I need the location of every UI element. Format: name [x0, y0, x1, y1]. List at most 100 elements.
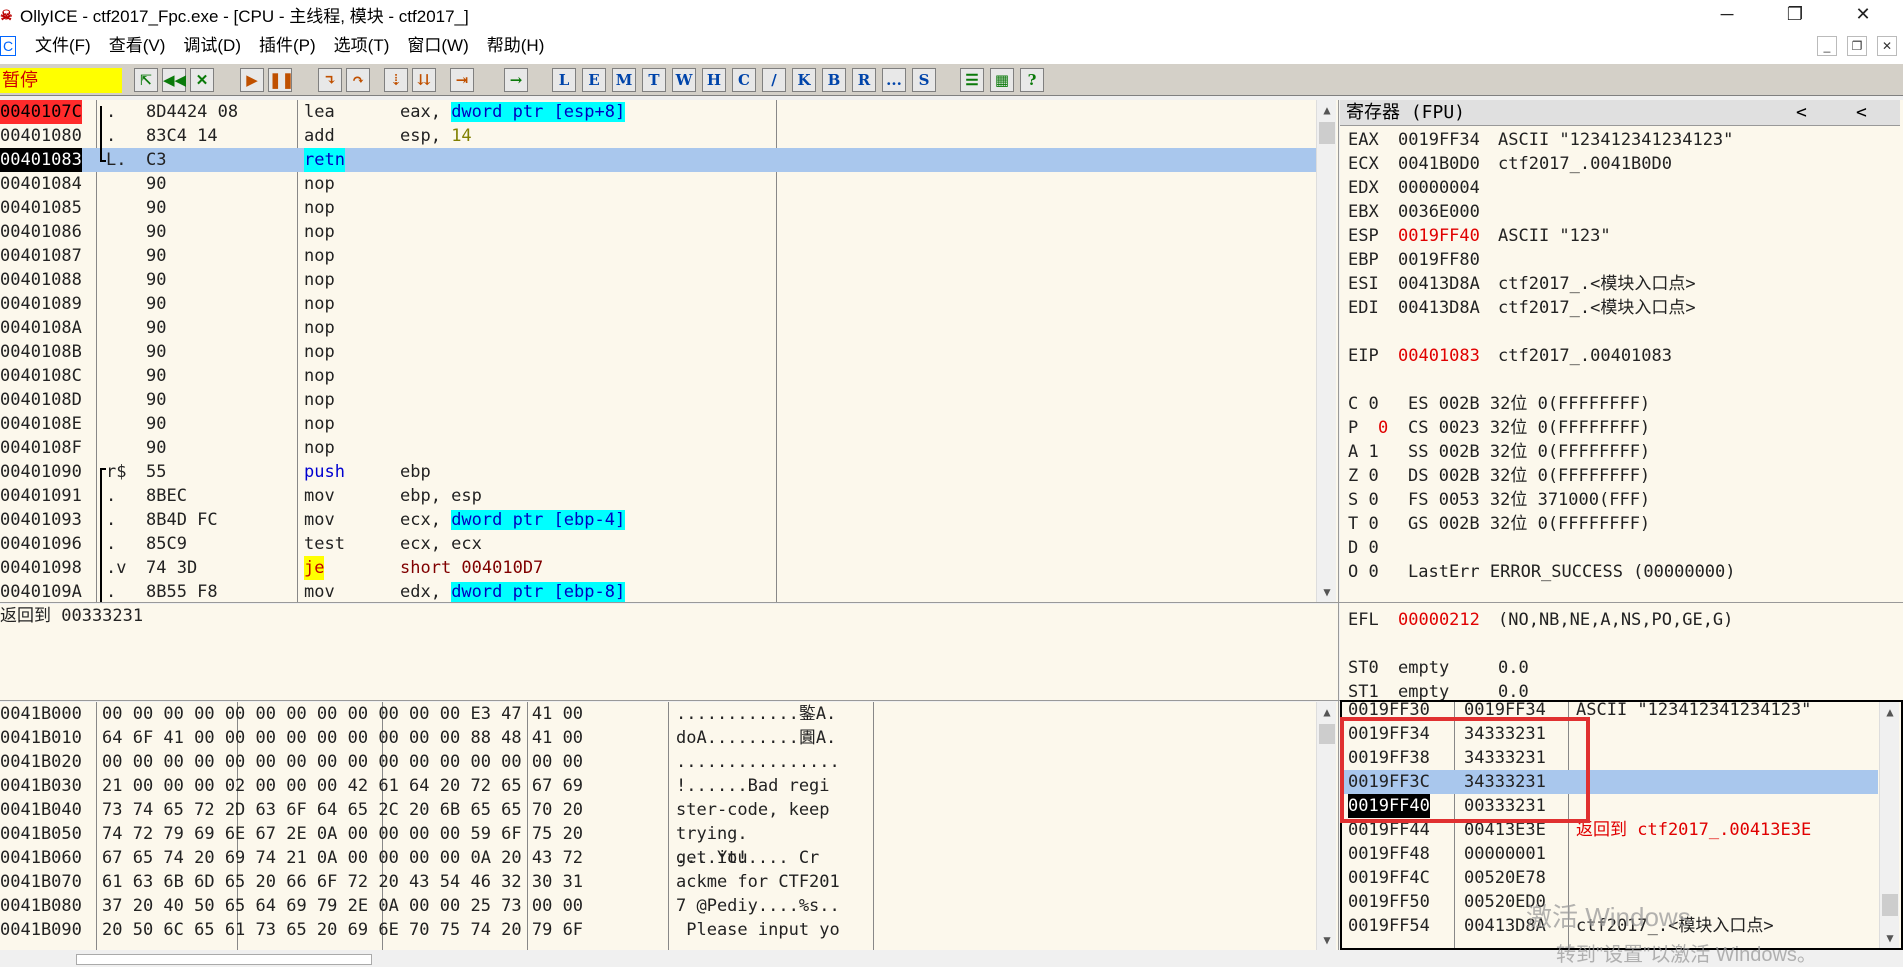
- trace-over-icon[interactable]: ⇊: [412, 68, 436, 92]
- dump-row[interactable]: 0041B090 20 50 6C 65 61 73 65 20 69 6E 70…: [0, 918, 1316, 942]
- menu-view[interactable]: 查看(V): [100, 31, 175, 61]
- disasm-row[interactable]: 00401096. 85C9 test ecx, ecx: [0, 532, 1316, 556]
- operand-text: ebp, esp: [400, 486, 482, 506]
- breakpoints-button[interactable]: B: [822, 68, 846, 92]
- disasm-row[interactable]: 0040109A. 8B55 F8 mov edx, dword ptr [ebp-8…: [0, 580, 1316, 602]
- dump-row[interactable]: 0041B000 00 00 00 00 00 00 00 00 00 00 00…: [0, 702, 1316, 726]
- stack-scrollbar[interactable]: ▲ ▼: [1879, 702, 1899, 948]
- dump-row[interactable]: 0041B020 00 00 00 00 00 00 00 00 00 00 00…: [0, 750, 1316, 774]
- disasm-row[interactable]: 00401083 L. C3 retn: [0, 148, 1316, 172]
- register-comment: CS 0023 32位 0(FFFFFFFF): [1408, 416, 1650, 440]
- disasm-row[interactable]: 00401093. 8B4D FC mov ecx, dword ptr [ebp-4…: [0, 508, 1316, 532]
- menu-plugins[interactable]: 插件(P): [250, 31, 325, 61]
- rewind-icon[interactable]: ◀◀: [162, 68, 186, 92]
- run-icon[interactable]: ▶: [240, 68, 264, 92]
- windows-button[interactable]: W: [672, 68, 696, 92]
- stack-row[interactable]: 0019FF4C 00520E78: [1342, 866, 1878, 890]
- disasm-mnemonic: lea: [304, 100, 335, 124]
- options-grid-icon[interactable]: ▦: [990, 68, 1014, 92]
- scroll-down-icon[interactable]: ▼: [1317, 582, 1337, 602]
- disasm-row[interactable]: 00401087 90 nop: [0, 244, 1316, 268]
- help-icon[interactable]: ?: [1020, 68, 1044, 92]
- stack-row[interactable]: 0019FF48 00000001: [1342, 842, 1878, 866]
- minimize-button[interactable]: ─: [1699, 0, 1755, 29]
- dump-row[interactable]: 0041B050 74 72 79 69 6E 67 2E 0A 00 00 00…: [0, 822, 1316, 846]
- disasm-row[interactable]: 0040108C 90 nop: [0, 364, 1316, 388]
- disasm-row[interactable]: 00401085 90 nop: [0, 196, 1316, 220]
- disasm-row[interactable]: 0040107C. 8D4424 08 lea eax, dword ptr [esp…: [0, 100, 1316, 124]
- disasm-row[interactable]: 0040108B 90 nop: [0, 340, 1316, 364]
- menu-debug[interactable]: 调试(D): [174, 31, 250, 61]
- run-trace-button[interactable]: ...: [882, 68, 906, 92]
- step-into-icon[interactable]: ↴: [318, 68, 342, 92]
- dump-scroll-up-icon[interactable]: ▲: [1317, 702, 1337, 722]
- patches-button[interactable]: /: [762, 68, 786, 92]
- disasm-row[interactable]: 00401091. 8BEC mov ebp, esp: [0, 484, 1316, 508]
- register-name: ECX: [1348, 152, 1379, 176]
- call-stack-button[interactable]: K: [792, 68, 816, 92]
- trace-into-icon[interactable]: ⇣: [384, 68, 408, 92]
- mdi-minimize-button[interactable]: _: [1817, 36, 1837, 56]
- scroll-thumb[interactable]: [1319, 122, 1335, 144]
- dump-row[interactable]: 0041B040 73 74 65 72 2D 63 6F 64 65 2C 20…: [0, 798, 1316, 822]
- references-button[interactable]: R: [852, 68, 876, 92]
- menu-file[interactable]: 文件(F): [26, 31, 100, 61]
- stop-icon[interactable]: ✕: [190, 68, 214, 92]
- disasm-row[interactable]: 00401089 90 nop: [0, 292, 1316, 316]
- register-comment: ES 002B 32位 0(FFFFFFFF): [1408, 392, 1650, 416]
- disasm-address: 00401080: [0, 124, 82, 148]
- dump-row[interactable]: 0041B010 64 6F 41 00 00 00 00 00 00 00 00…: [0, 726, 1316, 750]
- source-button[interactable]: S: [912, 68, 936, 92]
- disasm-row[interactable]: 0040108D 90 nop: [0, 388, 1316, 412]
- disasm-row[interactable]: 00401080. 83C4 14 add esp, 14: [0, 124, 1316, 148]
- registers-nav-left-button[interactable]: <: [1796, 100, 1807, 126]
- handles-button[interactable]: H: [702, 68, 726, 92]
- list-icon[interactable]: ☰: [960, 68, 984, 92]
- disasm-mnemonic: mov: [304, 580, 335, 602]
- mdi-close-button[interactable]: ✕: [1877, 36, 1897, 56]
- mdi-restore-button[interactable]: ❐: [1847, 36, 1867, 56]
- restore-button[interactable]: ❐: [1767, 0, 1823, 29]
- step-over-icon[interactable]: ↷: [346, 68, 370, 92]
- open-icon[interactable]: ⇱: [134, 68, 158, 92]
- dump-row[interactable]: 0041B070 61 63 6B 6D 65 20 66 6F 72 20 43…: [0, 870, 1316, 894]
- registers-nav-right-button[interactable]: <: [1856, 100, 1867, 126]
- disasm-row[interactable]: 0040108E 90 nop: [0, 412, 1316, 436]
- execute-till-return-icon[interactable]: ⇥: [450, 68, 474, 92]
- disasm-row[interactable]: 00401090 r$ 55 push ebp: [0, 460, 1316, 484]
- close-button[interactable]: ✕: [1835, 0, 1891, 29]
- register-value: 00413D8A: [1398, 296, 1480, 320]
- menu-help[interactable]: 帮助(H): [478, 31, 554, 61]
- stack-scroll-down-icon[interactable]: ▼: [1880, 928, 1900, 948]
- memory-dump-pane[interactable]: 0041B000 00 00 00 00 00 00 00 00 00 00 00…: [0, 702, 1338, 950]
- disasm-row[interactable]: 00401084 90 nop: [0, 172, 1316, 196]
- disasm-row[interactable]: 0040108A 90 nop: [0, 316, 1316, 340]
- dump-row[interactable]: 0041B060 67 65 74 20 69 74 21 0A 00 00 00…: [0, 846, 1316, 870]
- dump-row[interactable]: 0041B080 37 20 40 50 65 64 69 79 2E 0A 00…: [0, 894, 1316, 918]
- pause-icon[interactable]: ❚❚: [268, 68, 292, 92]
- stack-scroll-thumb[interactable]: [1882, 894, 1898, 916]
- register-row: EBX 0036E000: [1348, 200, 1888, 224]
- memory-map-button[interactable]: M: [612, 68, 636, 92]
- menu-options[interactable]: 选项(T): [325, 31, 399, 61]
- dump-scroll-thumb[interactable]: [1319, 724, 1335, 744]
- disasm-row[interactable]: 00401098 .v 74 3D je short 004010D7: [0, 556, 1316, 580]
- threads-button[interactable]: T: [642, 68, 666, 92]
- cpu-button[interactable]: C: [732, 68, 756, 92]
- executable-modules-button[interactable]: E: [582, 68, 606, 92]
- stack-scroll-up-icon[interactable]: ▲: [1880, 702, 1900, 722]
- title-bar: ☠ OllyICE - ctf2017_Fpc.exe - [CPU - 主线程…: [0, 0, 1903, 29]
- log-window-button[interactable]: L: [552, 68, 576, 92]
- disasm-row[interactable]: 0040108F 90 nop: [0, 436, 1316, 460]
- dump-row[interactable]: 0041B030 21 00 00 00 02 00 00 00 42 61 64…: [0, 774, 1316, 798]
- dump-scrollbar[interactable]: ▲ ▼: [1316, 702, 1336, 950]
- disassembly-scrollbar[interactable]: ▲ ▼: [1316, 100, 1336, 602]
- disassembly-pane[interactable]: 0040107C. 8D4424 08 lea eax, dword ptr [esp…: [0, 100, 1338, 602]
- dump-scroll-down-icon[interactable]: ▼: [1317, 930, 1337, 950]
- disasm-row[interactable]: 00401088 90 nop: [0, 268, 1316, 292]
- goto-icon[interactable]: →: [504, 68, 528, 92]
- scroll-up-icon[interactable]: ▲: [1317, 100, 1337, 120]
- disasm-row[interactable]: 00401086 90 nop: [0, 220, 1316, 244]
- menu-window[interactable]: 窗口(W): [398, 31, 477, 61]
- info-pane: 返回到 00333231: [0, 604, 1338, 700]
